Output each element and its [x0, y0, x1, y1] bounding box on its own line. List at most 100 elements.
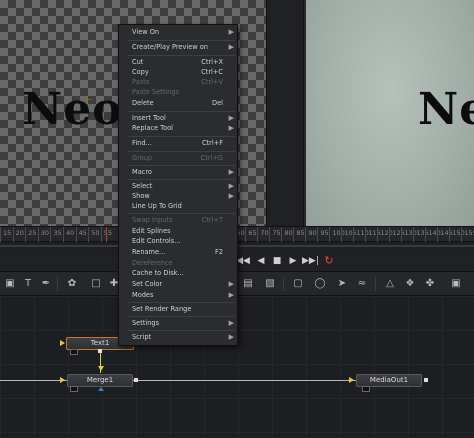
polygon-mask-icon[interactable]: ➤: [334, 276, 350, 292]
go-to-end-icon[interactable]: ▶▶|: [302, 254, 319, 268]
ruler-tick: 50: [88, 227, 99, 243]
submenu-arrow-icon: ▶: [228, 333, 234, 341]
ruler-tick: 125: [389, 227, 405, 243]
ruler-tick: 75: [269, 227, 281, 243]
merge-node-output-port[interactable]: [134, 378, 138, 382]
menu-separator: [127, 40, 235, 41]
menu-swap-inputs: Swap Inputs Ctrl+T: [132, 216, 223, 224]
foreground-input-arrow: [98, 366, 104, 371]
menu-rename[interactable]: Rename... F2: [119, 247, 239, 258]
ruler-tick: 80: [281, 227, 293, 243]
ruler-tick: 155: [461, 227, 474, 243]
rectangle-mask-icon[interactable]: ▢: [290, 276, 306, 292]
ruler-tick: 150: [449, 227, 465, 243]
toolbar-separator: [57, 277, 58, 291]
menu-find[interactable]: Find... Ctrl+F: [119, 138, 239, 149]
menu-settings[interactable]: Settings ▶: [119, 318, 239, 329]
menu-modes[interactable]: Modes ▶: [119, 290, 239, 301]
particles-tool-icon[interactable]: ✿: [64, 276, 80, 292]
ruler-tick: 25: [25, 227, 36, 243]
shape-3d-icon[interactable]: △: [382, 276, 398, 292]
menu-separator: [127, 213, 235, 214]
right-viewer-text: Ne: [418, 84, 474, 135]
transform-center-widget[interactable]: [84, 96, 92, 104]
menu-set-render-range[interactable]: Set Render Range: [119, 304, 239, 315]
play-icon[interactable]: ▶: [286, 254, 300, 268]
submenu-arrow-icon: ▶: [228, 280, 234, 288]
menu-separator: [127, 55, 235, 56]
ruler-tick: 100: [329, 227, 345, 243]
text-tool-icon[interactable]: T: [20, 276, 36, 292]
text-node-input-arrow: [60, 340, 65, 346]
menu-separator: [127, 165, 235, 166]
bspline-mask-icon[interactable]: ≈: [354, 276, 370, 292]
ruler-tick: 35: [50, 227, 62, 243]
ruler-tick: 30: [37, 227, 49, 243]
loop-icon[interactable]: ↻: [322, 254, 336, 268]
menu-separator: [127, 151, 235, 152]
paint-tool-icon[interactable]: ✒: [38, 276, 54, 292]
x-axis-handle[interactable]: [84, 99, 92, 100]
fusion-page: Neo Ne 15 20 25 30 35 40 45 50 55 60 65 …: [0, 0, 474, 438]
text-node-thumbnail-toggle[interactable]: [70, 349, 78, 355]
text-node-output-port[interactable]: [98, 349, 102, 353]
menu-cache-to-disk[interactable]: Cache to Disk...: [119, 268, 239, 279]
text-3d-icon[interactable]: ❖: [402, 276, 418, 292]
ruler-tick: 85: [293, 227, 305, 243]
input-arrow: [60, 377, 65, 383]
menu-paste-settings: Paste Settings: [132, 88, 179, 96]
background-tool-icon[interactable]: ▣: [2, 276, 18, 292]
menu-script[interactable]: Script ▶: [119, 332, 239, 343]
merge-node-thumbnail-toggle[interactable]: [70, 386, 78, 392]
saver-tool-icon[interactable]: ▧: [262, 276, 278, 292]
submenu-arrow-icon: ▶: [228, 319, 234, 327]
ruler-tick: 120: [377, 227, 393, 243]
ruler-tick: 65: [245, 227, 257, 243]
node-context-menu: View On ▶ Create/Play Preview on ▶ Cut Ctrl…: [118, 24, 238, 346]
menu-separator: [127, 179, 235, 180]
stop-icon[interactable]: ■: [270, 254, 284, 268]
viewer-divider[interactable]: [266, 0, 304, 226]
submenu-arrow-icon: ▶: [228, 124, 234, 132]
menu-create-play-preview-on[interactable]: Create/Play Preview on ▶: [119, 42, 239, 53]
toolbar-separator: [283, 277, 284, 291]
ruler-tick: 105: [341, 227, 357, 243]
menu-edit-controls[interactable]: Edit Controls...: [119, 236, 239, 247]
ruler-tick: 90: [305, 227, 317, 243]
mediaout-node-thumbnail-toggle[interactable]: [362, 386, 370, 392]
mask-tool-icon[interactable]: □: [88, 276, 104, 292]
menu-macro[interactable]: Macro ▶: [119, 167, 239, 178]
mediaout-node-port[interactable]: [424, 378, 428, 382]
ruler-tick: 40: [63, 227, 74, 243]
ruler-tick: 130: [401, 227, 417, 243]
submenu-arrow-icon: ▶: [228, 43, 234, 51]
menu-delete[interactable]: Delete Del: [119, 98, 239, 109]
merge-3d-icon[interactable]: ✤: [422, 276, 438, 292]
ruler-tick: 110: [353, 227, 369, 243]
ruler-tick: 15: [0, 227, 11, 243]
ellipse-mask-icon[interactable]: ◯: [312, 276, 328, 292]
ruler-tick: 95: [317, 227, 329, 243]
menu-separator: [127, 136, 235, 137]
menu-set-color[interactable]: Set Color ▶: [119, 279, 239, 290]
ruler-tick: 140: [425, 227, 441, 243]
menu-line-up-to-grid[interactable]: Line Up To Grid: [119, 201, 239, 212]
ruler-tick: 70: [257, 227, 269, 243]
playhead[interactable]: [106, 227, 107, 243]
submenu-arrow-icon: ▶: [228, 291, 234, 299]
merge-mask-input-arrow: [98, 387, 104, 391]
menu-group: Group Ctrl+G: [132, 154, 223, 162]
submenu-arrow-icon: ▶: [228, 28, 234, 36]
menu-replace-tool[interactable]: Replace Tool ▶: [119, 123, 239, 134]
ruler-tick: 55: [100, 227, 112, 243]
y-axis-handle[interactable]: [87, 96, 88, 104]
step-back-icon[interactable]: ◀: [254, 254, 268, 268]
menu-separator: [127, 302, 235, 303]
output-input-arrow: [349, 377, 354, 383]
menu-view-on[interactable]: View On ▶: [119, 27, 239, 38]
renderer-3d-icon[interactable]: ▣: [448, 276, 464, 292]
ruler-tick: 115: [365, 227, 381, 243]
ruler-tick: 45: [75, 227, 87, 243]
ruler-tick: 145: [437, 227, 453, 243]
loader-tool-icon[interactable]: ▤: [240, 276, 256, 292]
